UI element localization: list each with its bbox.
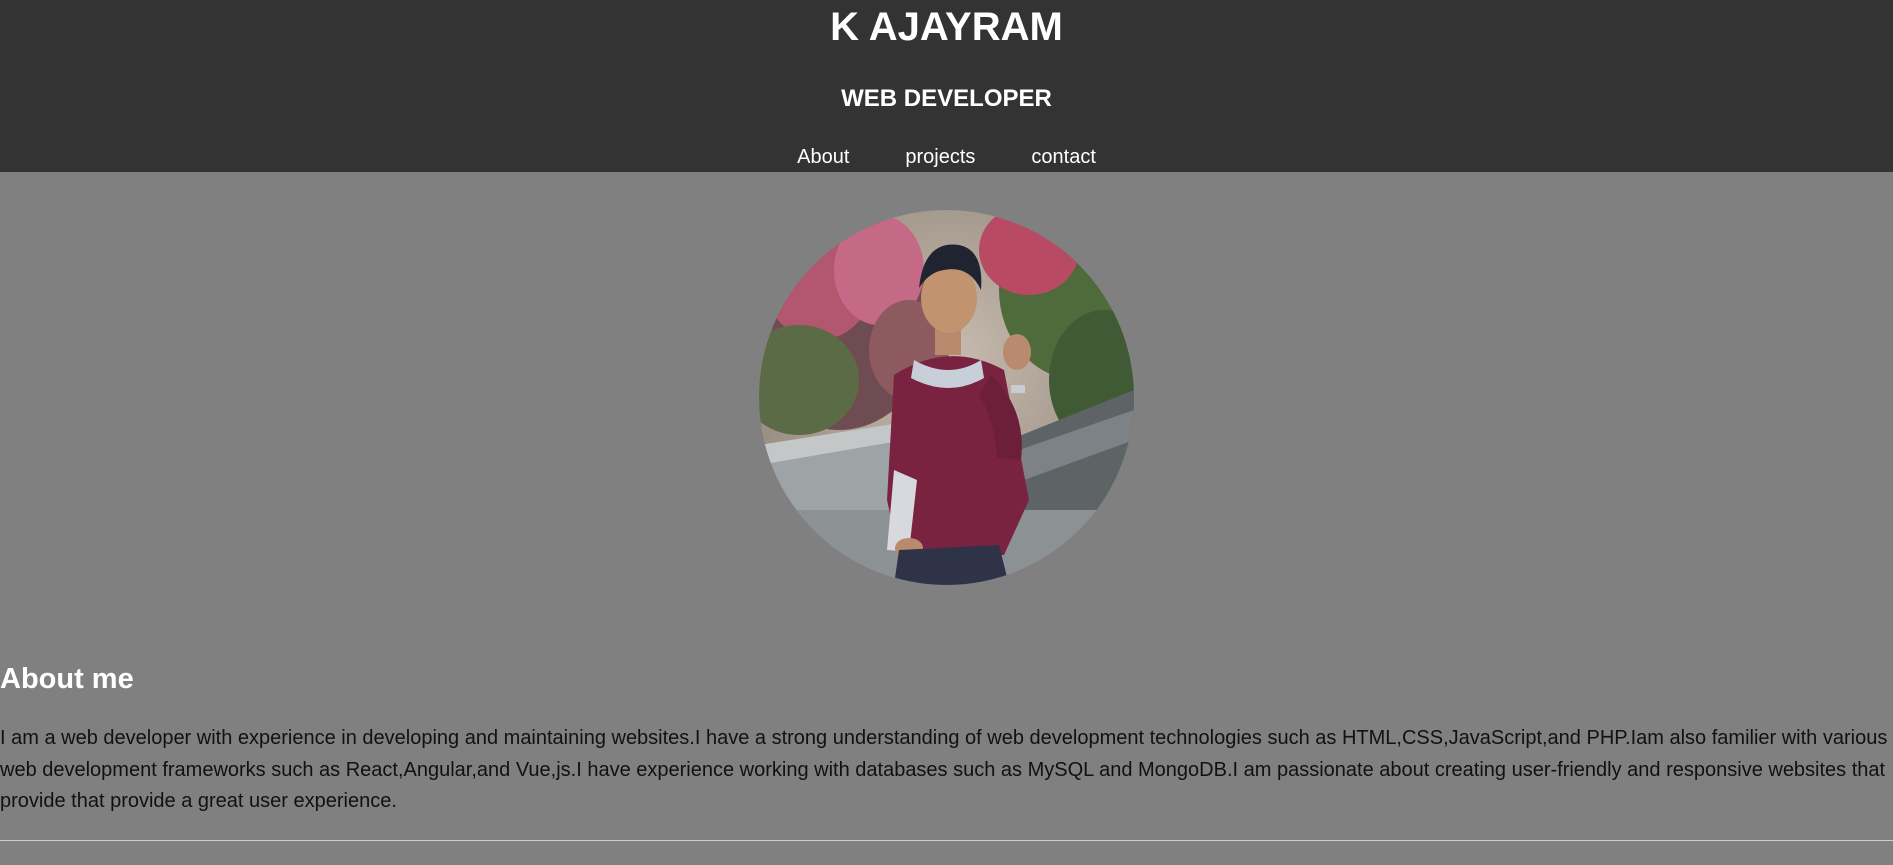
site-subtitle: WEB DEVELOPER <box>841 85 1052 112</box>
about-heading: About me <box>0 663 134 695</box>
site-header: K AJAYRAM WEB DEVELOPER About projects c… <box>0 0 1893 172</box>
profile-photo-image <box>759 210 1134 585</box>
section-divider <box>0 840 1893 841</box>
about-paragraph: I am a web developer with experience in … <box>0 727 1888 812</box>
main-content: About me I am a web developer with exper… <box>0 172 1893 865</box>
profile-photo <box>759 210 1134 585</box>
nav-link-projects[interactable]: projects <box>905 143 975 171</box>
nav-link-about[interactable]: About <box>797 143 849 171</box>
nav-link-contact[interactable]: contact <box>1031 143 1095 171</box>
site-title: K AJAYRAM <box>830 5 1063 49</box>
main-nav: About projects contact <box>0 143 1893 171</box>
